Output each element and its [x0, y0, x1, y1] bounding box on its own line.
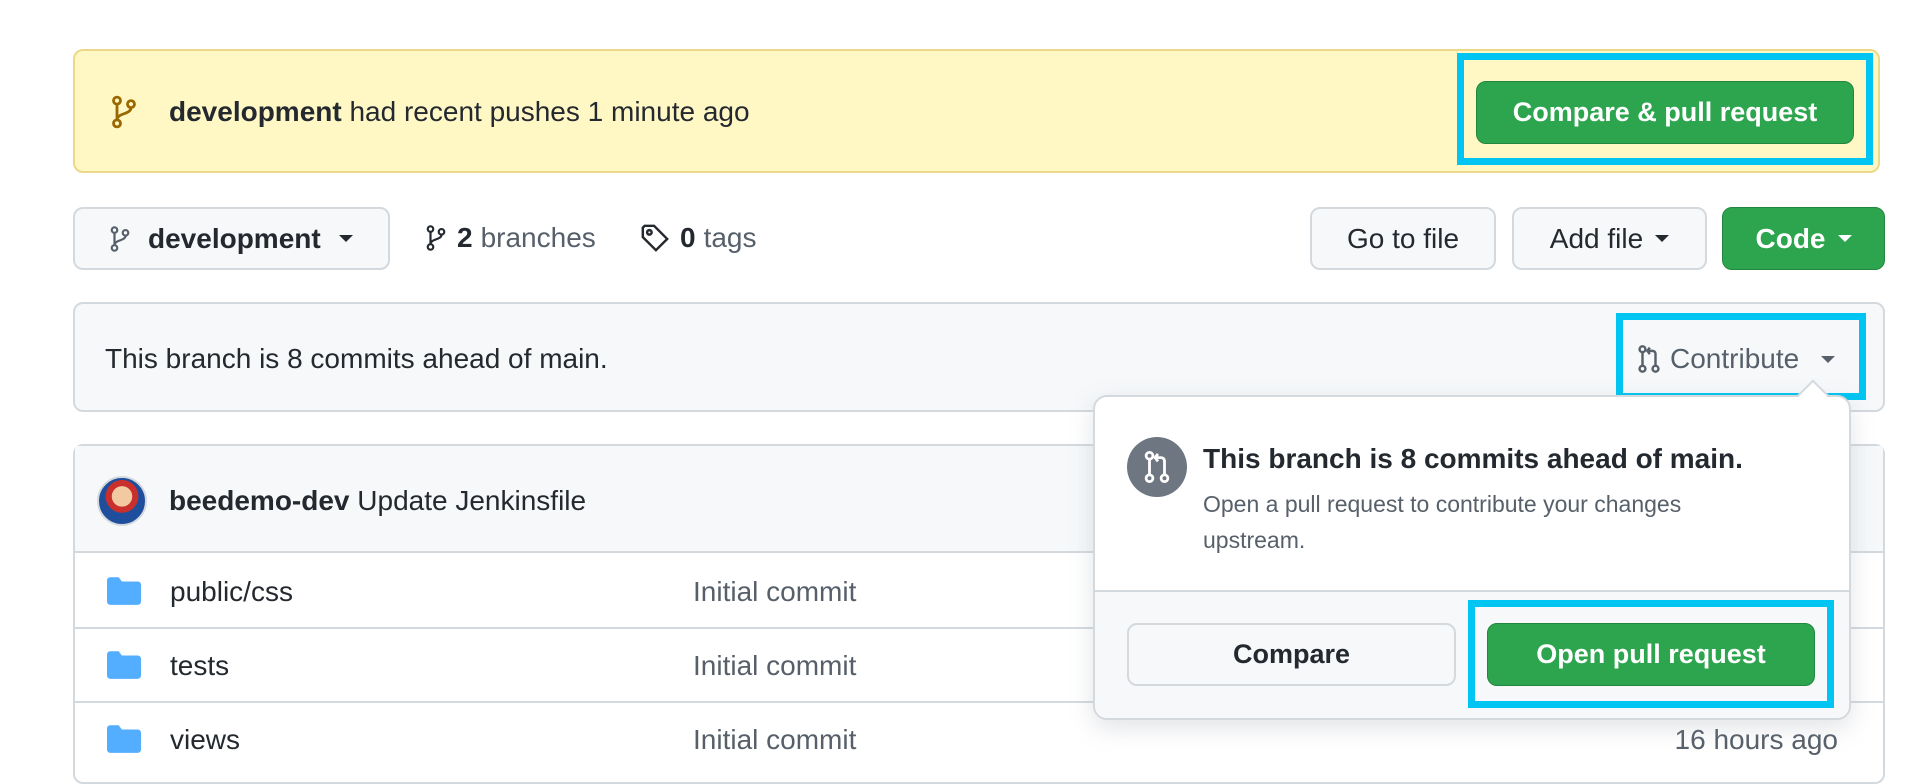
open-pull-request-label: Open pull request — [1536, 639, 1766, 669]
tags-count: 0 — [680, 222, 696, 253]
code-label: Code — [1755, 222, 1826, 254]
ahead-of-main-text: This branch is 8 commits ahead of main. — [105, 343, 608, 374]
chevron-down-icon — [1821, 355, 1836, 363]
git-branch-icon — [425, 224, 447, 252]
file-name[interactable]: tests — [170, 646, 229, 686]
add-file-button[interactable]: Add file — [1512, 207, 1707, 270]
compare-label: Compare — [1232, 639, 1351, 669]
tag-icon — [640, 223, 670, 253]
compare-button[interactable]: Compare — [1127, 623, 1456, 686]
banner-push-text: had recent pushes 1 minute ago — [349, 96, 750, 127]
file-name[interactable]: views — [170, 720, 240, 760]
banner-message: development had recent pushes 1 minute a… — [169, 92, 750, 132]
branch-select-button[interactable]: development — [73, 207, 390, 270]
chevron-down-icon — [1837, 235, 1852, 242]
git-branch-icon — [109, 225, 131, 253]
contribute-button[interactable]: Contribute — [1636, 339, 1836, 379]
popover-description: Open a pull request to contribute your c… — [1203, 491, 1682, 553]
chevron-down-icon — [338, 235, 353, 242]
folder-icon — [107, 725, 141, 758]
add-file-label: Add file — [1549, 222, 1644, 254]
file-name[interactable]: public/css — [170, 572, 293, 612]
branches-label: branches — [480, 222, 596, 253]
folder-icon — [107, 651, 141, 684]
latest-commit: beedemo-dev Update Jenkinsfile — [169, 481, 586, 521]
code-button[interactable]: Code — [1722, 207, 1885, 270]
commit-message[interactable]: Update Jenkinsfile — [357, 485, 586, 516]
file-commit-message[interactable]: Initial commit — [693, 646, 856, 686]
popover-title: This branch is 8 commits ahead of main. — [1203, 443, 1743, 474]
compare-pull-request-button[interactable]: Compare & pull request — [1476, 81, 1854, 144]
go-to-file-label: Go to file — [1346, 222, 1460, 254]
branches-count: 2 — [457, 222, 473, 253]
file-commit-message[interactable]: Initial commit — [693, 572, 856, 612]
open-pull-request-button[interactable]: Open pull request — [1487, 623, 1815, 686]
commit-author[interactable]: beedemo-dev — [169, 485, 350, 516]
git-branch-icon — [110, 95, 138, 134]
avatar[interactable] — [97, 476, 147, 526]
branches-link[interactable]: 2 branches — [425, 218, 596, 258]
tags-label: tags — [703, 222, 757, 253]
git-pull-request-icon — [1127, 437, 1187, 497]
git-pull-request-icon — [1636, 344, 1662, 374]
tags-link[interactable]: 0 tags — [640, 218, 757, 258]
chevron-down-icon — [1655, 235, 1670, 242]
folder-icon — [107, 577, 141, 610]
current-branch-label: development — [148, 222, 321, 254]
file-commit-time: 16 hours ago — [1674, 724, 1838, 755]
contribute-label: Contribute — [1670, 343, 1800, 374]
compare-pull-request-label: Compare & pull request — [1512, 97, 1818, 127]
go-to-file-button[interactable]: Go to file — [1310, 207, 1496, 270]
banner-branch-name[interactable]: development — [169, 96, 342, 127]
file-commit-message[interactable]: Initial commit — [693, 720, 856, 760]
